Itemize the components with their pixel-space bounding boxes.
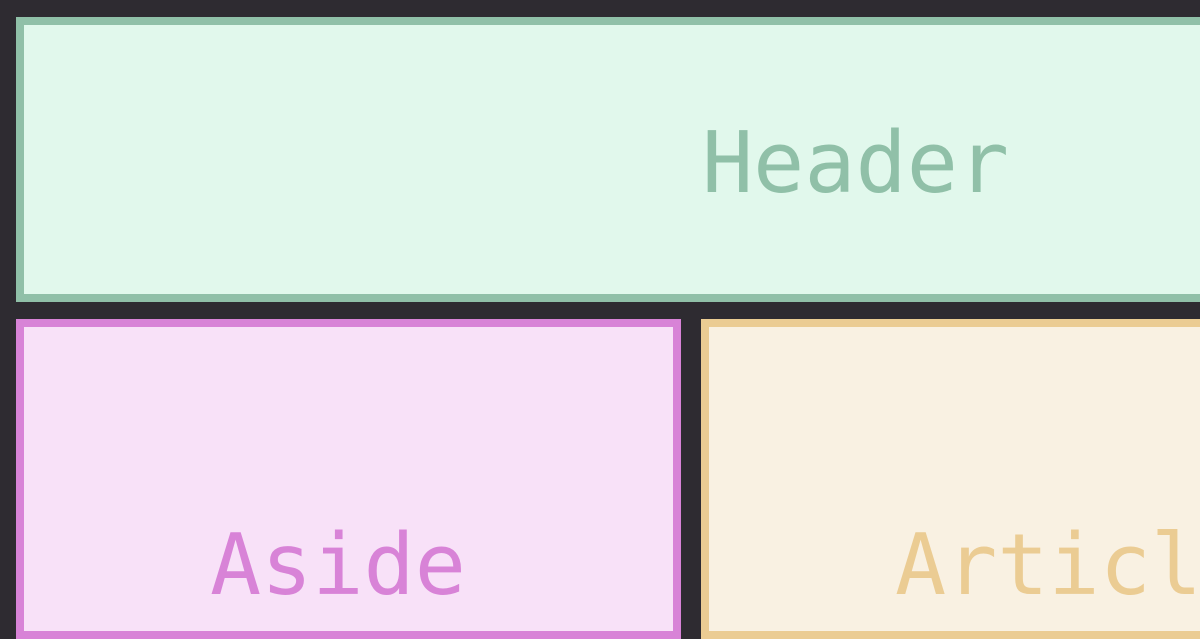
header-label: Header — [702, 114, 1010, 213]
article-label: Articl — [895, 516, 1200, 615]
article-region: Articl — [701, 319, 1200, 639]
aside-region: Aside — [16, 319, 681, 639]
header-region: Header — [16, 17, 1200, 302]
aside-label: Aside — [210, 516, 466, 615]
